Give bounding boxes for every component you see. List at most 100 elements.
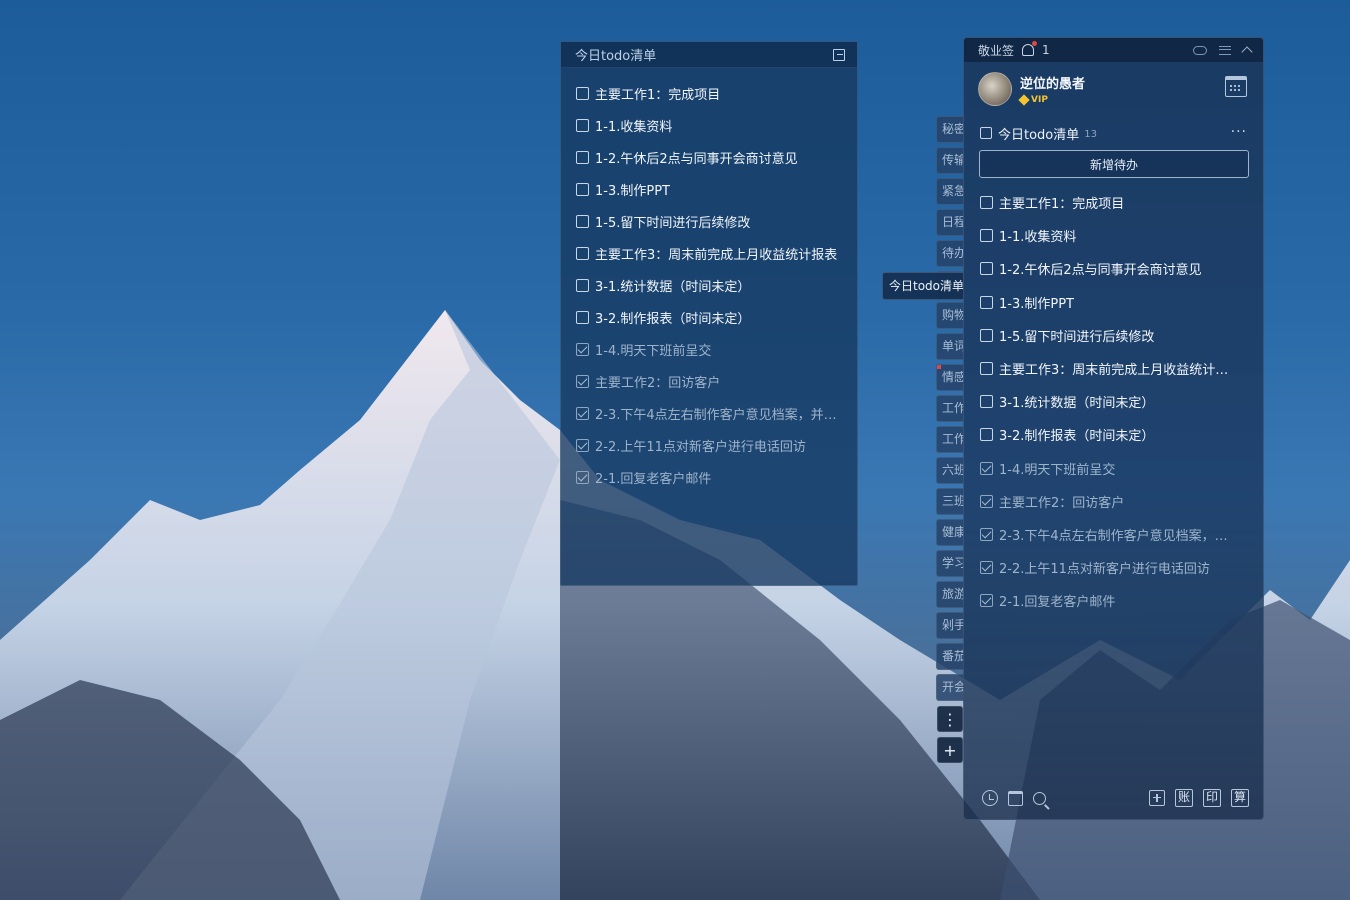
calculator-button[interactable]: 算 [1231,789,1249,807]
todo-list-icon [980,127,992,139]
note-title: 今日todo清单 [575,49,657,64]
add-note-icon[interactable] [1149,790,1165,806]
side-tab[interactable]: 番茄 [936,643,964,670]
checkbox[interactable] [576,86,589,100]
task-item[interactable]: 3-2.制作报表（时间未定） [964,418,1263,451]
task-item-done[interactable]: 1-4.明天下班前呈交 [561,333,857,365]
task-item[interactable]: 1-5.留下时间进行后续修改 [964,319,1263,352]
task-item[interactable]: 1-5.留下时间进行后续修改 [561,205,857,237]
app-window[interactable]: 敬业签 1 逆位的愚者 VIP 今日todo清单 13 ··· 新增待办 主要工… [963,37,1264,820]
more-vertical-icon[interactable]: ⋮ [937,706,963,732]
checkbox-checked[interactable] [980,561,993,575]
task-item[interactable]: 1-2.午休后2点与同事开会商讨意见 [964,252,1263,285]
checkbox-checked[interactable] [576,374,589,388]
cloud-sync-icon[interactable] [1193,45,1207,55]
checkbox-checked[interactable] [576,406,589,420]
bell-icon[interactable] [1022,41,1038,56]
app-task-list: 主要工作1：完成项目 1-1.收集资料 1-2.午休后2点与同事开会商讨意见 1… [964,186,1263,617]
menu-icon[interactable] [1219,45,1231,55]
checkbox[interactable] [576,214,589,228]
app-title: 敬业签 [978,43,1015,58]
add-tab-button[interactable]: + [937,737,963,763]
task-item[interactable]: 3-1.统计数据（时间未定） [561,269,857,301]
task-item-done[interactable]: 2-3.下午4点左右制作客户意见档案，并交... [561,397,857,429]
checkbox[interactable] [980,295,993,309]
side-tab[interactable]: 旅游 [936,581,964,608]
task-item-done[interactable]: 2-1.回复老客户邮件 [561,461,857,493]
task-item[interactable]: 主要工作1：完成项目 [964,186,1263,219]
side-tab[interactable]: 剁手 [936,612,964,639]
task-item[interactable]: 1-3.制作PPT [964,286,1263,319]
checkbox-checked[interactable] [980,461,993,475]
task-item[interactable]: 主要工作3：周末前完成上月收益统计报表 [561,237,857,269]
task-item[interactable]: 1-2.午休后2点与同事开会商讨意见 [561,141,857,173]
chevron-up-icon[interactable] [1241,46,1253,58]
side-tab[interactable]: 单词 [936,333,964,360]
list-header: 今日todo清单 13 ··· [964,120,1263,146]
task-item[interactable]: 3-2.制作报表（时间未定） [561,301,857,333]
task-item-done[interactable]: 2-2.上午11点对新客户进行电话回访 [964,551,1263,584]
task-item[interactable]: 主要工作3：周末前完成上月收益统计报表 [964,352,1263,385]
task-item-done[interactable]: 1-4.明天下班前呈交 [964,452,1263,485]
todo-calendar-icon[interactable] [1008,790,1023,806]
checkbox[interactable] [576,246,589,260]
task-item[interactable]: 1-1.收集资料 [561,109,857,141]
checkbox-checked[interactable] [980,494,993,508]
more-horizontal-icon[interactable]: ··· [1231,125,1247,139]
checkbox[interactable] [980,395,993,409]
checkbox-checked[interactable] [576,438,589,452]
side-tab[interactable]: 开会 [936,674,964,701]
checkbox[interactable] [576,118,589,132]
add-todo-button[interactable]: 新增待办 [979,150,1249,178]
checkbox[interactable] [980,196,993,210]
checkbox[interactable] [576,310,589,324]
side-tab[interactable]: 三班 [936,488,964,515]
exit-icon[interactable] [833,48,845,61]
stamp-button[interactable]: 印 [1203,789,1221,807]
side-tab[interactable]: 工作 [936,426,964,453]
side-tab[interactable]: 待办 [936,240,964,267]
checkbox[interactable] [980,328,993,342]
checkbox[interactable] [576,150,589,164]
task-item[interactable]: 3-1.统计数据（时间未定） [964,385,1263,418]
side-tab[interactable]: 工作 [936,395,964,422]
checkbox[interactable] [980,362,993,376]
checkbox-checked[interactable] [576,342,589,356]
checkbox-checked[interactable] [576,470,589,484]
checkbox-checked[interactable] [980,594,993,608]
side-tab[interactable]: 购物 [936,302,964,329]
task-item[interactable]: 1-3.制作PPT [561,173,857,205]
checkbox-checked[interactable] [980,527,993,541]
task-item-done[interactable]: 主要工作2：回访客户 [964,485,1263,518]
side-tab[interactable]: 健康 [936,519,964,546]
side-tab[interactable]: 六班 [936,457,964,484]
search-icon[interactable] [1033,791,1046,805]
task-item[interactable]: 1-1.收集资料 [964,219,1263,252]
side-tab-flagged[interactable]: 情感 [936,364,964,391]
list-count: 13 [1084,128,1097,140]
titlebar[interactable]: 敬业签 1 [964,38,1263,62]
side-tab[interactable]: 传输 [936,147,964,174]
task-item-done[interactable]: 2-3.下午4点左右制作客户意见档案，并... [964,518,1263,551]
task-item-done[interactable]: 主要工作2：回访客户 [561,365,857,397]
task-item-done[interactable]: 2-2.上午11点对新客户进行电话回访 [561,429,857,461]
side-tab[interactable]: 学习 [936,550,964,577]
avatar[interactable] [978,72,1012,106]
checkbox[interactable] [980,262,993,276]
diamond-icon [1018,94,1030,106]
note-header[interactable]: 今日todo清单 [561,42,857,68]
active-tab-todo-list[interactable]: 今日todo清单 [882,272,964,300]
side-tab[interactable]: 日程 [936,209,964,236]
clock-icon[interactable] [982,790,998,806]
task-item[interactable]: 主要工作1：完成项目 [561,77,857,109]
checkbox[interactable] [576,182,589,196]
checkbox[interactable] [980,229,993,243]
side-tab[interactable]: 紧急 [936,178,964,205]
ledger-button[interactable]: 账 [1175,789,1193,807]
side-tab[interactable]: 秘密 [936,116,964,143]
calendar-icon[interactable] [1225,76,1247,97]
checkbox[interactable] [980,428,993,442]
checkbox[interactable] [576,278,589,292]
task-item-done[interactable]: 2-1.回复老客户邮件 [964,584,1263,617]
desktop-todo-note[interactable]: 今日todo清单 主要工作1：完成项目 1-1.收集资料 1-2.午休后2点与同… [560,41,858,586]
